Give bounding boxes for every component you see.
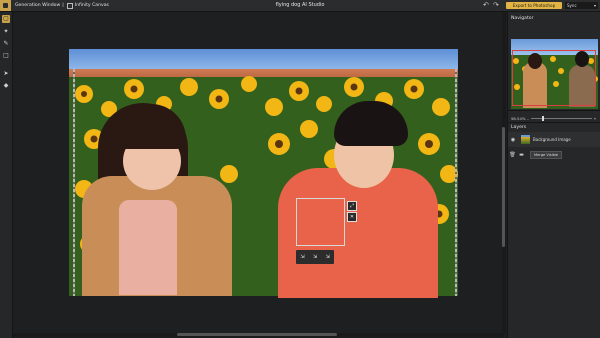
marquee-icon[interactable]: □ [2,52,10,60]
magic-wand-icon[interactable]: ✦ [2,28,10,36]
expand-icon[interactable]: ⤢ [347,201,357,211]
folder-icon[interactable]: ▬ [517,152,526,158]
left-toolbar: ▢ ✦ ✎ □ ➤ ◆ [0,12,13,338]
tab-separator: | [62,3,64,8]
selection-box[interactable] [296,198,345,246]
horizontal-scroll-thumb[interactable] [177,333,337,336]
layer-thumbnail [521,135,530,144]
undo-icon[interactable]: ↶ [483,1,489,10]
chevron-down-icon: ▾ [593,3,596,8]
panel-divider [507,122,600,123]
horizontal-scrollbar[interactable] [13,333,504,337]
sync-dropdown[interactable]: Sync ▾ [565,2,598,9]
panel-divider [507,110,600,111]
layers-footer: 🗑 ▬ Merge Visible [508,150,600,159]
swing-chain-right [455,69,457,296]
eraser-icon[interactable]: ◆ [2,82,10,90]
navigator-title: Navigator [511,16,534,21]
export-to-photoshop-button[interactable]: Export to Photoshop [506,2,562,9]
action-icon-2[interactable]: ⇲ [313,254,317,260]
selection-toolbar: ⇲ ⇲ ⇲ [296,250,334,264]
close-icon[interactable]: ✕ [347,212,357,222]
navigator-thumbnail[interactable] [511,39,598,109]
zoom-value: 98.54% [511,116,526,121]
eye-icon[interactable]: ◉ [508,137,518,143]
action-icon-3[interactable]: ⇲ [326,254,330,260]
infinity-canvas-checkbox[interactable] [66,2,73,9]
zoom-in-icon[interactable]: + [592,116,598,121]
layer-name: Background Image [533,137,571,142]
vertical-scroll-thumb[interactable] [502,127,505,247]
select-tool-icon[interactable]: ▢ [2,15,10,23]
tab-generation-window[interactable]: Generation Window [15,3,60,8]
sync-label: Sync [567,3,577,8]
brush-icon[interactable]: ✎ [2,40,10,48]
woman-shirt [119,200,177,295]
zoom-slider[interactable] [531,116,592,121]
trash-icon[interactable]: 🗑 [508,152,517,158]
vertical-scrollbar[interactable] [502,12,506,334]
merge-visible-button[interactable]: Merge Visible [530,150,563,159]
tab-infinity-canvas[interactable]: Infinity Canvas [75,3,109,8]
layer-row-background[interactable]: ◉ Background Image [508,132,600,147]
right-panel: Navigator 98.54% – + Layers [507,12,600,338]
layers-title: Layers [511,125,527,130]
zoom-slider-handle[interactable] [541,116,544,121]
navigator-viewport-frame[interactable] [512,50,596,106]
redo-icon[interactable]: ↷ [493,1,499,10]
zoom-control: 98.54% – + [511,115,598,122]
swing-chain-left [73,69,75,296]
move-cursor-icon[interactable]: ➤ [2,70,10,78]
action-icon-1[interactable]: ⇲ [300,254,304,260]
app-logo [0,0,11,11]
